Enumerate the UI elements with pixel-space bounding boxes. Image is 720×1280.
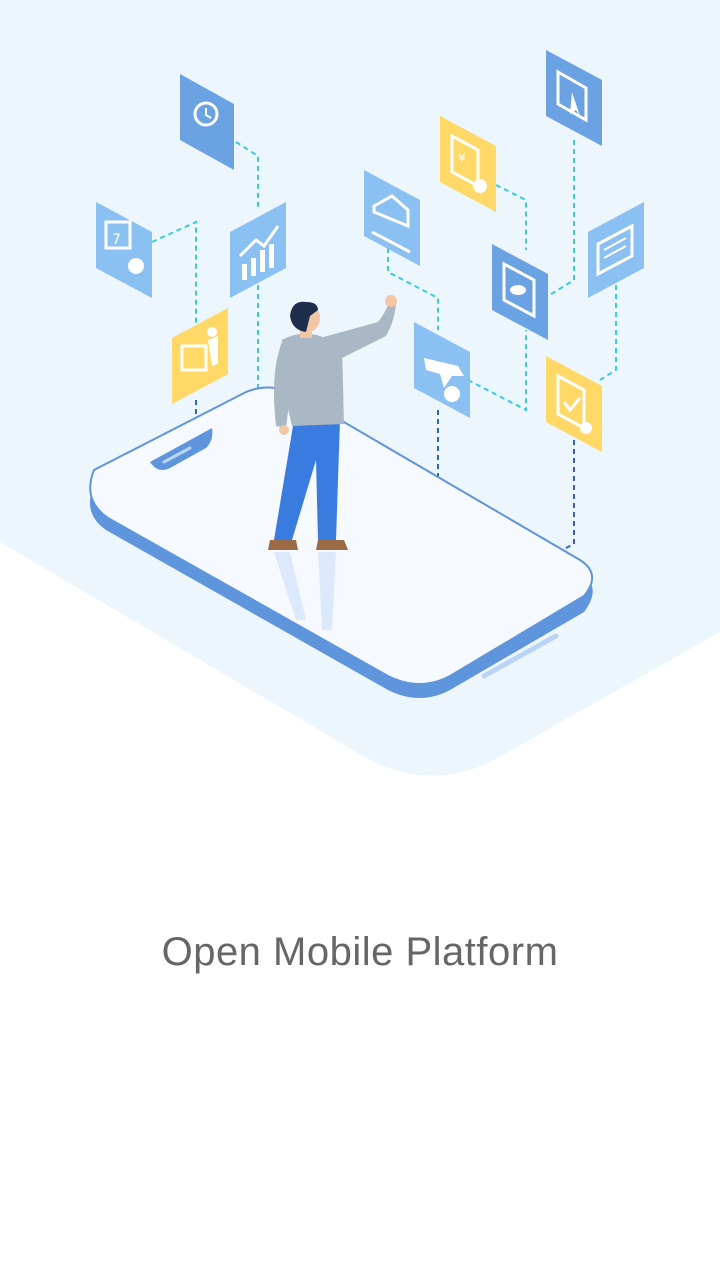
svg-text:¥: ¥ bbox=[458, 151, 466, 165]
tagline: Open Mobile Platform bbox=[161, 930, 559, 974]
splash-screen: 7 ¥ Open Mobile Platform bbox=[0, 0, 720, 1280]
hero-illustration: 7 ¥ bbox=[0, 0, 720, 776]
svg-text:7: 7 bbox=[112, 232, 121, 248]
